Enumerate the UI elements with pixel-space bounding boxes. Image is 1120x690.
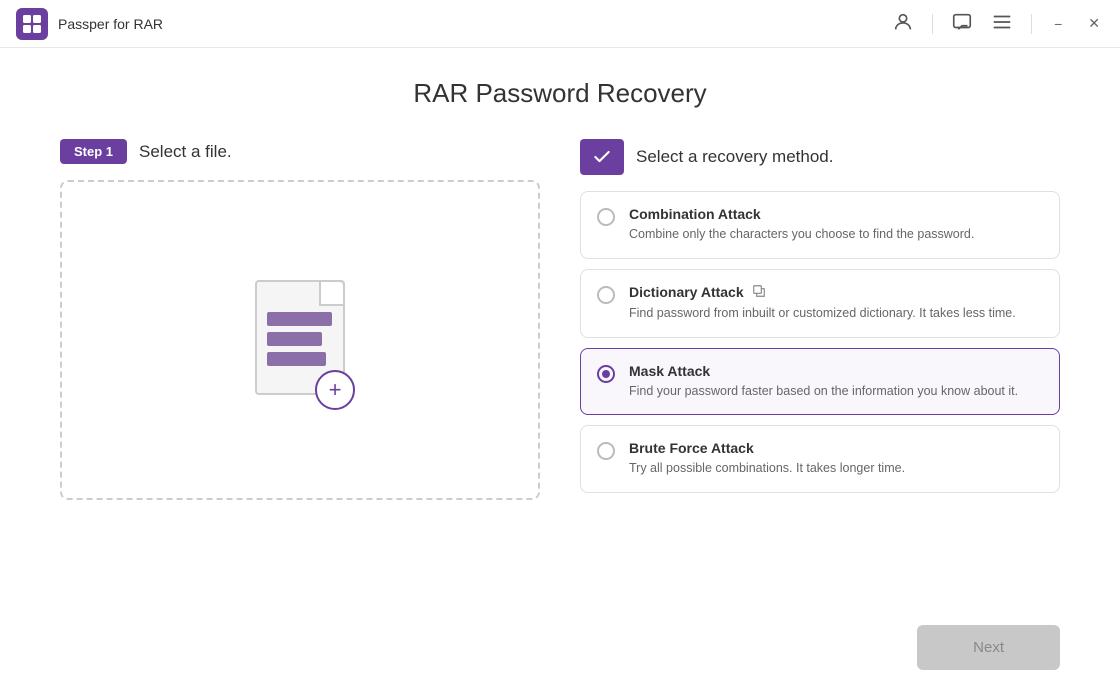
step2-check-badge xyxy=(580,139,624,175)
option-combination-title: Combination Attack xyxy=(629,206,1043,222)
rar-bars xyxy=(267,312,332,366)
radio-mask[interactable] xyxy=(597,365,615,383)
content-area: Step 1 Select a file. + xyxy=(60,139,1060,593)
step1-label: Select a file. xyxy=(139,142,232,162)
page-fold xyxy=(321,282,343,304)
step2-header: Select a recovery method. xyxy=(580,139,1060,175)
rar-bar-1 xyxy=(267,312,332,326)
account-icon[interactable] xyxy=(892,11,914,36)
close-button[interactable]: ✕ xyxy=(1084,11,1104,36)
step1-badge: Step 1 xyxy=(60,139,127,164)
option-brute-text: Brute Force Attack Try all possible comb… xyxy=(629,440,1043,478)
step2-label: Select a recovery method. xyxy=(636,147,833,167)
right-panel: Select a recovery method. Combination At… xyxy=(580,139,1060,593)
minimize-button[interactable]: − xyxy=(1050,12,1066,36)
rar-bar-3 xyxy=(267,352,326,366)
window-controls: − ✕ xyxy=(892,11,1104,36)
recovery-options: Combination Attack Combine only the char… xyxy=(580,191,1060,493)
title-bar: Passper for RAR − ✕ xyxy=(0,0,1120,48)
divider xyxy=(932,14,933,34)
radio-mask-inner xyxy=(602,370,610,378)
app-title: Passper for RAR xyxy=(58,16,892,32)
step1-header: Step 1 Select a file. xyxy=(60,139,540,164)
radio-dictionary[interactable] xyxy=(597,286,615,304)
next-button[interactable]: Next xyxy=(917,625,1060,670)
option-dictionary[interactable]: Dictionary Attack Find password from inb… xyxy=(580,269,1060,338)
option-dictionary-desc: Find password from inbuilt or customized… xyxy=(629,304,1043,323)
option-dictionary-title: Dictionary Attack xyxy=(629,284,1043,301)
main-content: RAR Password Recovery Step 1 Select a fi… xyxy=(0,48,1120,613)
file-drop-zone[interactable]: + xyxy=(60,180,540,500)
add-file-button[interactable]: + xyxy=(315,370,355,410)
option-mask[interactable]: Mask Attack Find your password faster ba… xyxy=(580,348,1060,416)
rar-bar-2 xyxy=(267,332,322,346)
app-logo xyxy=(16,8,48,40)
option-mask-text: Mask Attack Find your password faster ba… xyxy=(629,363,1043,401)
option-combination-desc: Combine only the characters you choose t… xyxy=(629,225,1043,244)
radio-brute[interactable] xyxy=(597,442,615,460)
footer: Next xyxy=(0,613,1120,690)
option-dictionary-text: Dictionary Attack Find password from inb… xyxy=(629,284,1043,323)
left-panel: Step 1 Select a file. + xyxy=(60,139,540,593)
option-mask-desc: Find your password faster based on the i… xyxy=(629,382,1043,401)
option-mask-title: Mask Attack xyxy=(629,363,1043,379)
dictionary-external-icon xyxy=(752,284,766,301)
option-brute-desc: Try all possible combinations. It takes … xyxy=(629,459,1043,478)
divider2 xyxy=(1031,14,1032,34)
radio-combination[interactable] xyxy=(597,208,615,226)
option-combination[interactable]: Combination Attack Combine only the char… xyxy=(580,191,1060,259)
chat-icon[interactable] xyxy=(951,11,973,36)
page-title: RAR Password Recovery xyxy=(413,78,706,109)
menu-icon[interactable] xyxy=(991,11,1013,36)
option-brute-title: Brute Force Attack xyxy=(629,440,1043,456)
option-combination-text: Combination Attack Combine only the char… xyxy=(629,206,1043,244)
rar-file-icon: + xyxy=(245,270,355,410)
option-brute[interactable]: Brute Force Attack Try all possible comb… xyxy=(580,425,1060,493)
